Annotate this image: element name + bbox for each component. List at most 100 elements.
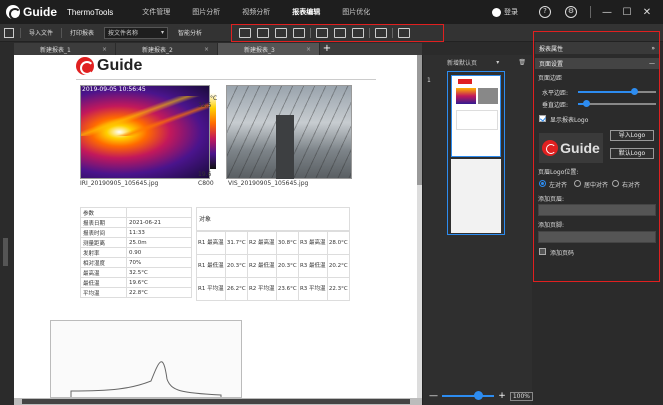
settings-icon[interactable]: ⚙ [565, 6, 577, 18]
align-right-radio[interactable] [612, 180, 619, 187]
thumb-vis [478, 88, 498, 104]
insert-image-icon[interactable] [239, 28, 251, 38]
guide-logo-icon [76, 57, 94, 75]
close-button[interactable]: ✕ [637, 7, 657, 18]
zoom-out-button[interactable]: — [429, 391, 438, 401]
footer-input[interactable] [538, 231, 656, 243]
menu-file-manage[interactable]: 文件管理 [131, 0, 181, 24]
h-margin-slider[interactable] [578, 91, 634, 93]
print-report-button[interactable]: 打印报表 [64, 28, 100, 37]
eraser-icon[interactable] [375, 28, 387, 38]
left-gutter [0, 42, 14, 405]
table-row: 最低温 19.6°C [80, 277, 192, 288]
align-left-radio[interactable] [539, 180, 546, 187]
page-settings-header[interactable]: 页面设置 — [535, 58, 659, 69]
object-name-cell: R1 最高温 [196, 231, 226, 255]
param-name-cell: 参数 [80, 207, 127, 218]
report-page[interactable]: Guide 2019-09-05 10:56:45 °C 32.5 19.6 I… [14, 55, 422, 398]
object-value-cell: 20.3°C [224, 254, 248, 278]
default-logo-button[interactable]: 默认Logo [610, 148, 654, 159]
insert-textbox-icon[interactable] [257, 28, 269, 38]
add-tab-button[interactable]: + [320, 43, 334, 55]
zoom-in-button[interactable]: + [498, 391, 506, 401]
title-bar: Guide ThermoTools 文件管理 图片分析 视频分析 报表编辑 图片… [0, 0, 663, 24]
object-name-cell: R3 最高温 [297, 231, 328, 255]
close-icon[interactable]: × [306, 46, 311, 53]
show-logo-checkbox[interactable] [539, 115, 546, 122]
param-value-cell [126, 207, 192, 218]
import-logo-button[interactable]: 导入Logo [610, 130, 654, 141]
h-margin-label: 水平边距: [542, 90, 569, 97]
object-name-cell: R1 最低温 [196, 254, 226, 278]
menu-image-optimize[interactable]: 图片优化 [331, 0, 381, 24]
add-footer-label: 添加页脚: [538, 222, 565, 229]
table-row: 报表时间 11:33 [80, 227, 192, 238]
divider [20, 27, 21, 38]
zoom-slider[interactable] [442, 391, 495, 400]
minimize-button[interactable]: — [597, 7, 617, 18]
document-canvas[interactable]: Guide 2019-09-05 10:56:45 °C 32.5 19.6 I… [14, 55, 422, 398]
delete-icon[interactable]: 🗑 [518, 59, 526, 66]
scrollbar-thumb[interactable] [22, 399, 410, 404]
add-default-page[interactable]: 新增默认页 [447, 58, 477, 67]
chevron-down-icon[interactable]: ▾ [496, 59, 499, 66]
align-right-label: 右对齐 [622, 182, 641, 189]
page-thumbnail[interactable] [451, 75, 501, 157]
maximize-button[interactable]: ☐ [617, 7, 637, 18]
login-button[interactable]: 登录 [492, 7, 518, 17]
help-icon[interactable]: ? [539, 6, 551, 18]
add-page-number-checkbox[interactable] [539, 248, 546, 255]
line-chart-icon[interactable] [334, 28, 346, 38]
save-icon[interactable] [4, 27, 14, 38]
collapse-icon[interactable]: — [649, 60, 655, 67]
horizontal-scrollbar[interactable] [14, 398, 422, 405]
guide-logo-icon [6, 5, 21, 20]
ir-device: C800 [198, 180, 214, 187]
param-value-cell: 2021-06-21 [126, 217, 192, 228]
expand-icon[interactable]: » [651, 45, 655, 52]
smart-analysis-button[interactable]: 智能分析 [172, 28, 208, 37]
tab-label: 新建报表_1 [40, 46, 71, 54]
object-name-cell: R3 最低温 [297, 254, 328, 278]
bar-chart-icon[interactable] [316, 28, 328, 38]
zoom-value: 100% [509, 391, 533, 401]
param-name-cell: 相对湿度 [80, 257, 127, 268]
table-row: 相对湿度 70% [80, 257, 192, 268]
parameters-table[interactable]: 参数 报表日期 2021-06-21 报表时间 11:33 测量距离 25.0m 发射率 0.9… [80, 207, 192, 298]
align-left-label: 左对齐 [549, 182, 568, 189]
menu-report-edit[interactable]: 报表编辑 [281, 0, 331, 24]
v-margin-slider-knob[interactable] [583, 100, 590, 107]
param-name-cell: 发射率 [80, 247, 127, 258]
h-margin-slider-knob[interactable] [631, 88, 638, 95]
object-value-cell: 20.3°C [275, 254, 299, 278]
zoom-slider-knob[interactable] [474, 391, 483, 400]
tab-report-1[interactable]: 新建报表_1 × [14, 43, 116, 55]
close-icon[interactable]: × [204, 46, 209, 53]
insert-frame-icon[interactable] [293, 28, 305, 38]
zoom-control: — + 100% [423, 389, 533, 403]
close-icon[interactable]: × [102, 46, 107, 53]
header-input[interactable] [538, 204, 656, 216]
object-name-cell: R2 最低温 [246, 254, 277, 278]
main-menu: 文件管理 图片分析 视频分析 报表编辑 图片优化 [131, 0, 381, 24]
ir-caption: IRI_20190905_105645.jpg [80, 180, 159, 187]
menu-image-analysis[interactable]: 图片分析 [181, 0, 231, 24]
objects-table[interactable]: 对象 R1 最高温 31.7°C R2 最高温 30.8°C R3 最高温 28.0°C R… [196, 207, 351, 301]
infrared-image[interactable] [80, 85, 210, 179]
align-center-radio[interactable] [574, 180, 581, 187]
template-icon[interactable] [398, 28, 410, 38]
report-logo[interactable]: Guide [76, 57, 142, 75]
sort-select[interactable]: 按文件名称 ▾ [104, 26, 169, 39]
object-value-cell: 22.3°C [326, 277, 351, 301]
app-logo: Guide [6, 5, 57, 20]
tab-report-2[interactable]: 新建报表_2 × [116, 43, 218, 55]
v-margin-slider-track[interactable] [586, 103, 656, 105]
tab-report-3[interactable]: 新建报表_3 × [218, 43, 320, 55]
import-file-button[interactable]: 导入文件 [23, 28, 59, 37]
table-row: 平均温 22.8°C [80, 287, 192, 298]
menu-video-analysis[interactable]: 视频分析 [231, 0, 281, 24]
comment-icon[interactable] [352, 28, 364, 38]
collapse-handle[interactable] [3, 238, 8, 266]
histogram-chart[interactable] [50, 320, 242, 398]
insert-table-icon[interactable] [275, 28, 287, 38]
